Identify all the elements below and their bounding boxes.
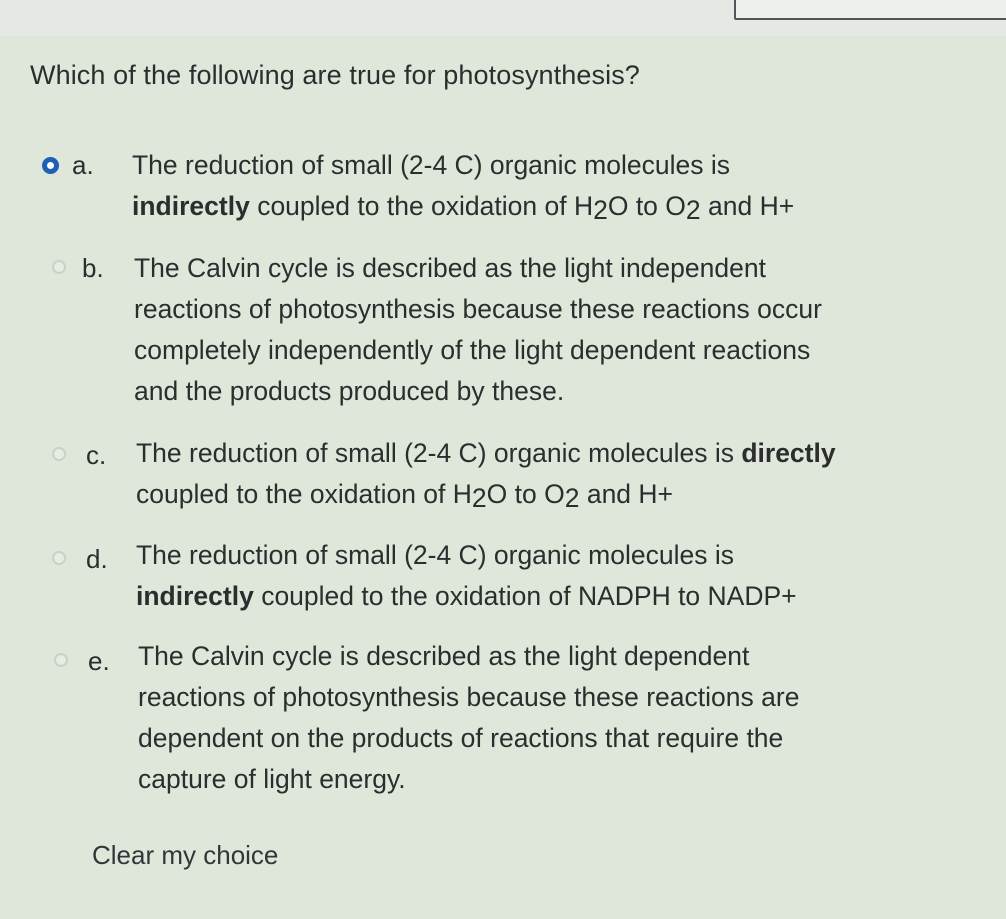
emphasis-text: indirectly <box>132 191 250 221</box>
option-letter: c. <box>86 440 107 470</box>
option-letter: e. <box>88 646 110 676</box>
radio-c[interactable] <box>52 447 66 461</box>
top-input-box[interactable] <box>734 0 1006 20</box>
option-text: The Calvin cycle is described as the lig… <box>134 248 984 412</box>
option-line: dependent on the products of reactions t… <box>138 723 784 753</box>
option-text: The reduction of small (2-4 C) organic m… <box>132 145 982 227</box>
option-line: The reduction of small (2-4 C) organic m… <box>132 150 730 180</box>
option-line: capture of light energy. <box>138 764 406 794</box>
option-text: The Calvin cycle is described as the lig… <box>138 636 988 800</box>
option-line: reactions of photosynthesis because thes… <box>138 682 800 712</box>
option-line: reactions of photosynthesis because thes… <box>134 294 822 324</box>
emphasis-text: directly <box>741 438 836 468</box>
radio-a[interactable] <box>42 157 59 174</box>
option-text: The reduction of small (2-4 C) organic m… <box>136 433 986 515</box>
option-line: The reduction of small (2-4 C) organic m… <box>136 438 836 468</box>
option-letter: b. <box>82 253 104 283</box>
option-text: The reduction of small (2-4 C) organic m… <box>136 535 986 617</box>
option-line: coupled to the oxidation of H2O to O2 an… <box>136 479 674 513</box>
option-line: completely independently of the light de… <box>134 335 811 365</box>
question-text: Which of the following are true for phot… <box>30 60 640 90</box>
radio-e[interactable] <box>54 653 68 667</box>
option-line: indirectly coupled to the oxidation of N… <box>136 581 797 611</box>
emphasis-text: indirectly <box>136 581 254 611</box>
option-line: The Calvin cycle is described as the lig… <box>134 253 766 283</box>
radio-b[interactable] <box>52 260 66 274</box>
option-letter: d. <box>86 544 108 574</box>
radio-d[interactable] <box>52 551 66 565</box>
option-line: The Calvin cycle is described as the lig… <box>138 641 750 671</box>
option-line: The reduction of small (2-4 C) organic m… <box>136 540 734 570</box>
option-line: indirectly coupled to the oxidation of H… <box>132 191 795 225</box>
option-letter: a. <box>72 150 94 180</box>
clear-choice-link[interactable]: Clear my choice <box>92 838 278 872</box>
option-line: and the products produced by these. <box>134 376 565 406</box>
